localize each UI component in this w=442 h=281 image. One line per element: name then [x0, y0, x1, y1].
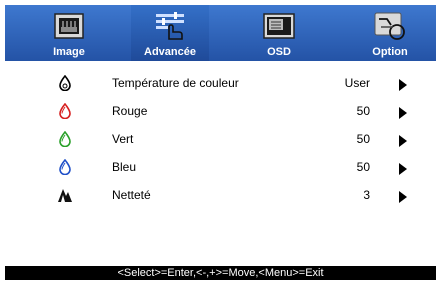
- green-drop-icon: [59, 131, 71, 147]
- menu-item-value: 50: [356, 104, 370, 118]
- menu-item-label: Vert: [112, 132, 134, 146]
- blue-drop-icon: [59, 159, 71, 175]
- option-tools-icon: [372, 10, 408, 42]
- menu-item-label: Netteté: [112, 188, 151, 202]
- tab-bar: Image Advancée OSD Option: [5, 5, 436, 61]
- tab-label: OSD: [267, 46, 291, 58]
- menu-item-value: 50: [356, 132, 370, 146]
- osd-screen-icon: [261, 10, 297, 42]
- tab-osd[interactable]: OSD: [240, 5, 318, 61]
- right-arrow-icon: [399, 79, 407, 91]
- menu-item-red[interactable]: Rouge 50: [5, 98, 436, 126]
- menu-item-value: User: [344, 76, 370, 90]
- osd-menu: Image Advancée OSD Option Température de…: [5, 5, 436, 280]
- right-arrow-icon: [399, 107, 407, 119]
- menu-item-sharpness[interactable]: Netteté 3: [5, 182, 436, 210]
- menu-item-value: 3: [363, 188, 370, 202]
- tab-label: Advancée: [144, 46, 196, 58]
- right-arrow-icon: [399, 191, 407, 203]
- tab-advanced[interactable]: Advancée: [131, 5, 209, 61]
- monitor-icon: [51, 10, 87, 42]
- menu-item-green[interactable]: Vert 50: [5, 126, 436, 154]
- menu-item-label: Température de couleur: [112, 76, 239, 90]
- right-arrow-icon: [399, 135, 407, 147]
- tab-label: Image: [53, 46, 85, 58]
- menu-item-label: Bleu: [112, 160, 137, 174]
- tab-label: Option: [372, 46, 408, 58]
- menu-item-label: Rouge: [112, 104, 148, 118]
- menu-item-value: 50: [356, 160, 370, 174]
- menu-item-blue[interactable]: Bleu 50: [5, 154, 436, 182]
- tab-image[interactable]: Image: [30, 5, 108, 61]
- color-drop-icon: [59, 75, 71, 91]
- tab-option[interactable]: Option: [351, 5, 429, 61]
- right-arrow-icon: [399, 163, 407, 175]
- settings-hand-icon: [152, 10, 188, 42]
- footer-hint: <Select>=Enter,<-,+>=Move,<Menu>=Exit: [5, 266, 436, 280]
- red-drop-icon: [59, 103, 71, 119]
- sharpness-icon: [58, 189, 72, 202]
- menu-item-color-temperature[interactable]: Température de couleur User: [5, 70, 436, 98]
